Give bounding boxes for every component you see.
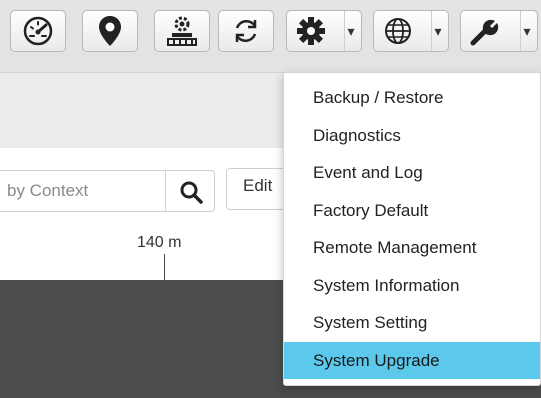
settings-dropdown-button[interactable]: ▾ xyxy=(286,10,362,52)
map-scale-bar xyxy=(164,254,165,280)
chevron-down-icon: ▾ xyxy=(344,11,357,51)
location-button[interactable] xyxy=(82,10,138,52)
chevron-down-icon: ▾ xyxy=(431,11,444,51)
search-icon xyxy=(180,181,203,204)
search-button[interactable] xyxy=(165,170,215,212)
network-settings-button[interactable] xyxy=(154,10,210,52)
menu-item-system-information[interactable]: System Information xyxy=(284,267,540,305)
refresh-button[interactable] xyxy=(218,10,274,52)
globe-icon xyxy=(385,18,411,44)
menu-item-factory-default[interactable]: Factory Default xyxy=(284,192,540,230)
location-pin-icon xyxy=(99,16,121,46)
dashboard-button[interactable] xyxy=(10,10,66,52)
menu-item-diagnostics[interactable]: Diagnostics xyxy=(284,117,540,155)
menu-item-remote-management[interactable]: Remote Management xyxy=(284,229,540,267)
wrench-icon xyxy=(470,19,499,46)
refresh-icon xyxy=(235,19,257,43)
menu-item-system-upgrade[interactable]: System Upgrade xyxy=(284,341,540,379)
tools-dropdown-button[interactable]: ▾ xyxy=(460,10,538,52)
dashboard-icon xyxy=(23,16,53,46)
language-dropdown-button[interactable]: ▾ xyxy=(373,10,449,52)
toolbar: ▾ ▾ ▾ xyxy=(0,0,541,72)
network-gear-icon xyxy=(167,16,197,46)
chevron-down-icon: ▾ xyxy=(520,11,533,51)
tools-menu: Backup / Restore Diagnostics Event and L… xyxy=(283,72,541,386)
map-scale-label: 140 m xyxy=(137,234,182,251)
menu-item-system-setting[interactable]: System Setting xyxy=(284,304,540,342)
search-input[interactable] xyxy=(0,171,167,211)
menu-item-event-and-log[interactable]: Event and Log xyxy=(284,154,540,192)
menu-item-backup-restore[interactable]: Backup / Restore xyxy=(284,79,540,117)
search-box xyxy=(0,170,167,212)
gear-icon xyxy=(297,17,325,45)
